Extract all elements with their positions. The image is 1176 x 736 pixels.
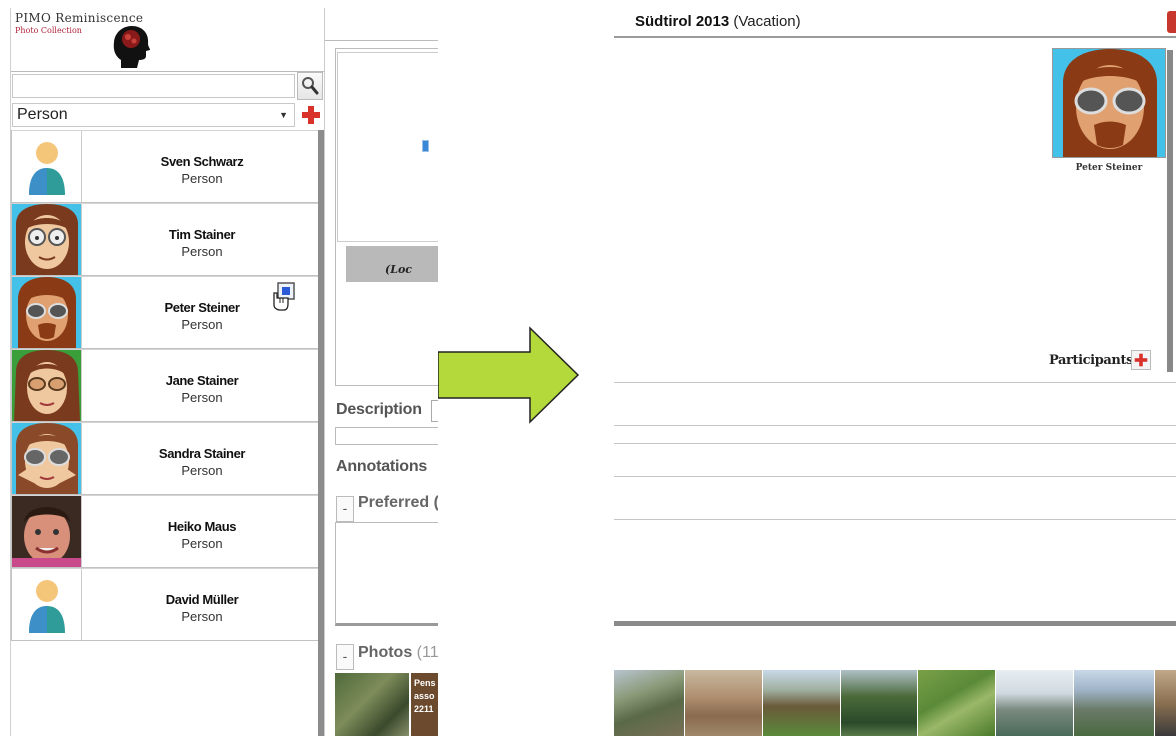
right-arrow-icon <box>438 326 580 424</box>
photo-marker-icon <box>422 140 429 152</box>
photo-filmstrip <box>614 670 1176 736</box>
person-list-item[interactable]: Jane Stainer Person <box>11 349 319 422</box>
preferred-label: Preferred ( <box>358 494 438 511</box>
photo-avatar <box>12 496 82 567</box>
photo-thumbnail[interactable] <box>841 670 917 736</box>
detail-panel: (Loc Description Annotations - Preferred… <box>324 8 438 736</box>
close-icon[interactable] <box>1167 11 1176 33</box>
photo-thumbnail[interactable] <box>685 670 762 736</box>
chevron-down-icon: ▼ <box>279 110 288 120</box>
photo-thumbnail[interactable] <box>996 670 1073 736</box>
person-name: David Müller <box>165 592 239 607</box>
person-type: Person <box>181 171 223 186</box>
person-type: Person <box>181 609 223 624</box>
default-avatar-icon <box>12 131 82 202</box>
magnifier-icon <box>302 77 319 95</box>
preferred-collapse-button[interactable]: - <box>336 496 354 522</box>
divider <box>614 519 1176 520</box>
type-filter-select[interactable]: Person ▼ <box>12 103 295 127</box>
person-list-item[interactable]: Heiko Maus Person <box>11 495 319 568</box>
person-name: Tim Stainer <box>168 227 236 242</box>
photos-label: Photos (11 <box>358 644 438 662</box>
photo-thumbnail[interactable] <box>763 670 840 736</box>
add-type-button[interactable] <box>300 104 322 126</box>
divider <box>614 443 1176 444</box>
event-title-text: Südtirol 2013 <box>635 13 730 30</box>
hand-cursor-icon <box>273 282 295 311</box>
person-type: Person <box>181 317 223 332</box>
divider <box>614 425 1176 426</box>
left-app-window: PIMO Reminiscence Photo Collection Perso… <box>0 0 438 736</box>
person-name: Jane Stainer <box>165 373 239 388</box>
person-type: Person <box>181 536 223 551</box>
head-silhouette-icon <box>113 26 150 68</box>
participants-label: Participants <box>1049 353 1133 368</box>
participant-avatar[interactable] <box>1052 48 1166 158</box>
person-name: Heiko Maus <box>167 519 237 534</box>
photo-thumbnail[interactable]: Pens ⁠asso 2211 <box>411 673 438 736</box>
photos-count: (11 <box>416 644 438 661</box>
cartoon-avatar-icon <box>12 204 82 275</box>
person-type: Person <box>181 390 223 405</box>
person-list-item[interactable]: Tim Stainer Person <box>11 203 319 276</box>
participants-scrollbar[interactable] <box>1167 50 1173 372</box>
search-input[interactable] <box>12 74 295 98</box>
event-header: Südtirol 2013 (Vacation) <box>614 0 1176 38</box>
divider <box>614 621 1176 626</box>
photos-collapse-button[interactable]: - <box>336 644 354 670</box>
event-window: Südtirol 2013 (Vacation) Peter Steiner P… <box>614 0 1176 736</box>
cartoon-avatar-icon <box>12 423 82 494</box>
description-edit-button[interactable] <box>431 400 438 422</box>
person-name: Sandra Stainer <box>158 446 246 461</box>
person-list: Sven Schwarz Person Tim Stainer Person P… <box>11 130 319 641</box>
person-name: Sven Schwarz <box>160 154 244 169</box>
logo-subtitle: Photo Collection <box>15 26 82 35</box>
divider <box>614 382 1176 383</box>
photo-thumbnail[interactable] <box>335 673 409 736</box>
photos-label-text: Photos <box>358 644 413 661</box>
participant-name: Peter Steiner <box>1075 163 1143 173</box>
logo: PIMO Reminiscence Photo Collection <box>11 8 325 72</box>
photo-thumbnail[interactable] <box>1155 670 1176 736</box>
search-button[interactable] <box>297 72 323 100</box>
cartoon-avatar-icon <box>12 350 82 421</box>
location-label: (Loc <box>385 263 412 276</box>
photo-thumbnail[interactable] <box>614 670 684 736</box>
divider <box>614 476 1176 477</box>
preferred-box <box>335 522 438 626</box>
person-list-item[interactable]: David Müller Person <box>11 568 319 641</box>
description-field[interactable] <box>335 427 438 445</box>
annotations-label: Annotations <box>336 458 428 475</box>
person-list-item[interactable]: Sandra Stainer Person <box>11 422 319 495</box>
description-label: Description <box>336 401 422 418</box>
detail-toolbar <box>325 8 438 41</box>
add-participant-button[interactable] <box>1131 350 1151 370</box>
cartoon-avatar-icon <box>12 277 82 348</box>
sidebar: PIMO Reminiscence Photo Collection Perso… <box>10 8 325 736</box>
thumbnail-sign-text: Pens ⁠asso 2211 <box>414 678 436 714</box>
default-avatar-icon <box>12 569 82 640</box>
person-list-item[interactable]: Sven Schwarz Person <box>11 130 319 203</box>
person-type: Person <box>181 463 223 478</box>
event-type: (Vacation) <box>733 13 801 30</box>
event-title: Südtirol 2013 (Vacation) <box>635 13 801 30</box>
photo-thumbnail[interactable] <box>918 670 995 736</box>
type-filter-value: Person <box>17 106 68 123</box>
person-type: Person <box>181 244 223 259</box>
photo-thumbnail[interactable] <box>1074 670 1154 736</box>
